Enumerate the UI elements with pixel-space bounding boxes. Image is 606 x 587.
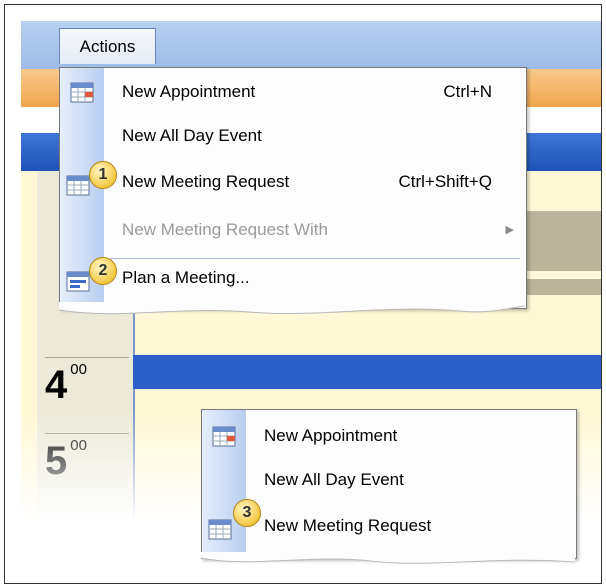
menu-item-shortcut: Ctrl+N [443,82,492,101]
menu-item-label: New Meeting Request [122,172,290,191]
hour-divider [45,433,129,434]
torn-edge [59,302,525,315]
actions-menu-label: Actions [79,37,136,56]
menu-item-label: New Meeting Request [264,516,432,535]
menu-item-label: New Meeting Request With [122,220,328,239]
callout-2-badge: 2 [89,257,117,285]
hour-label-5: 5 00 [45,437,87,483]
callout-3-badge: 3 [233,499,261,527]
screenshot-frame: Actions 4 00 5 00 New Appointment Ctrl+N N… [4,4,602,584]
menu-item-plan-a-meeting[interactable]: Plan a Meeting... [60,258,526,298]
actions-menu-button[interactable]: Actions [59,28,156,64]
calendar-context-menu: New Appointment New All Day Event New Me… [201,409,577,564]
meeting-request-icon [208,519,232,540]
menu-item-label: New Appointment [264,426,398,445]
menu-item-shortcut: Ctrl+Shift+Q [398,172,492,191]
menu-item-label: Plan a Meeting... [122,268,250,287]
menu-item-label: New All Day Event [122,126,262,145]
submenu-arrow-icon: ▶ [505,224,514,236]
menu-item-label: New All Day Event [264,470,404,489]
appointment-calendar-icon [70,82,94,103]
context-item-new-all-day-event[interactable]: New All Day Event [202,460,576,500]
menu-item-new-all-day-event[interactable]: New All Day Event [60,116,526,156]
hour-label-4: 4 00 [45,361,87,407]
meeting-request-icon [66,175,90,196]
menu-item-new-appointment[interactable]: New Appointment Ctrl+N [60,72,526,112]
plan-meeting-icon [66,271,90,292]
context-item-new-appointment[interactable]: New Appointment [202,416,576,456]
actions-dropdown-menu: New Appointment Ctrl+N New All Day Event… [59,67,527,315]
menu-item-label: New Appointment [122,82,256,101]
menu-item-new-meeting-request[interactable]: New Meeting Request Ctrl+Shift+Q [60,162,526,202]
callout-1-badge: 1 [89,161,117,189]
hour-divider [45,357,129,358]
appointment-calendar-icon [212,426,236,447]
torn-edge [201,552,575,564]
calendar-selected-slot[interactable] [133,355,601,389]
menu-item-new-meeting-request-with: New Meeting Request With ▶ [60,210,526,250]
